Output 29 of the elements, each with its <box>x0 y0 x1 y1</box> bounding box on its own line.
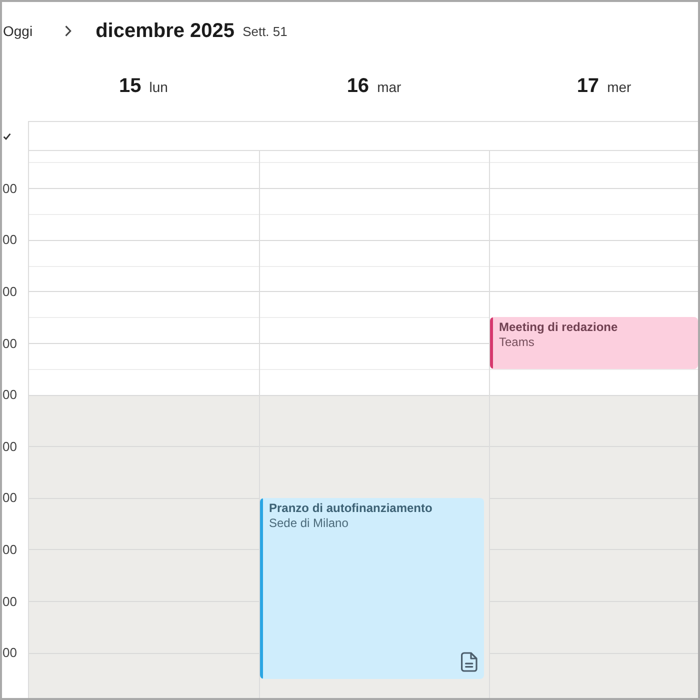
hour-label: 00 <box>2 645 17 660</box>
chevron-right-icon <box>64 25 72 37</box>
hour-label: 00 <box>2 336 17 350</box>
check-icon <box>3 133 11 140</box>
weekday-label: mer <box>607 78 632 94</box>
day-number: 16 <box>346 74 370 98</box>
hour-label: 00 <box>2 232 17 247</box>
day-number: 15 <box>119 74 142 98</box>
hour-label: 00 <box>2 284 17 298</box>
hour-label: 00 <box>2 594 17 608</box>
event-location: Sede di Milano <box>269 516 350 531</box>
event-card[interactable]: Pranzo di autofinanziamento Sede di Milano <box>260 498 484 679</box>
hour-label: 00 <box>2 438 17 454</box>
hour-label: 00 <box>2 387 17 402</box>
weekday-label: mar <box>377 78 402 94</box>
week-label: Sett. 51 <box>242 24 288 38</box>
event-title: Pranzo di autofinanziamento <box>269 501 434 516</box>
month-title: dicembre 2025 <box>96 20 235 42</box>
hour-label: 00 <box>2 180 17 196</box>
hour-label: 00 <box>2 490 17 505</box>
event-card[interactable]: Meeting di redazione Teams <box>490 317 698 369</box>
all-day-slot[interactable] <box>28 121 698 151</box>
next-button[interactable] <box>64 25 72 37</box>
today-button[interactable]: Oggi <box>3 23 33 39</box>
weekday-label: lun <box>149 78 168 94</box>
day-number: 17 <box>576 74 600 98</box>
event-title: Meeting di redazione <box>499 320 619 335</box>
hour-label: 00 <box>2 542 17 556</box>
event-location: Teams <box>499 335 536 350</box>
